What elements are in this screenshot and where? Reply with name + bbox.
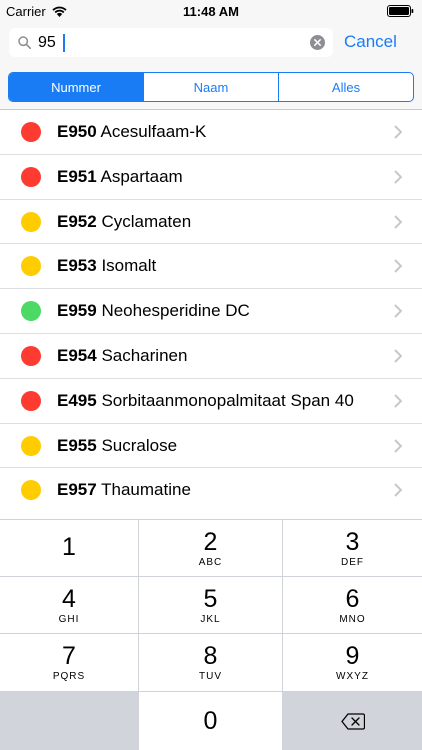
chevron-right-icon (394, 483, 402, 498)
key-letters: WXYZ (336, 671, 369, 682)
list-item[interactable]: E957 Thaumatine (0, 468, 422, 513)
status-dot (21, 390, 41, 411)
status-dot (21, 435, 41, 456)
list-item[interactable]: E952 Cyclamaten (0, 200, 422, 245)
list-item[interactable]: E953 Isomalt (0, 244, 422, 290)
status-bar: Carrier 11:48 AM (0, 0, 422, 22)
chevron-right-icon (394, 214, 402, 229)
key-digit: 4 (62, 584, 76, 613)
item-name: Sucralose (101, 435, 178, 455)
search-box[interactable] (9, 28, 333, 57)
item-code: E951 (57, 166, 97, 186)
clear-icon[interactable] (310, 35, 325, 50)
key-letters: ABC (198, 556, 223, 568)
chevron-right-icon (394, 438, 402, 453)
key-letters: TUV (199, 671, 222, 682)
backspace-key[interactable] (283, 692, 422, 750)
search-header: Cancel (0, 22, 422, 64)
key-3[interactable]: 3 DEF (283, 520, 422, 576)
status-dot (21, 256, 41, 277)
chevron-right-icon (394, 125, 402, 139)
status-time: 11:48 AM (183, 4, 239, 19)
item-name: Neohesperidine DC (101, 301, 250, 321)
battery-icon (387, 5, 414, 17)
text-caret (63, 34, 65, 52)
chevron-right-icon (394, 394, 402, 408)
key-letters: PQRS (52, 671, 86, 682)
item-name: Cyclamaten (101, 211, 192, 231)
key-letters: DEF (341, 556, 364, 568)
key-blank (0, 692, 138, 750)
item-code: E954 (57, 345, 97, 365)
list-item[interactable]: E954 Sacharinen (0, 334, 422, 379)
status-dot (21, 480, 41, 501)
key-digit: 5 (203, 584, 218, 613)
key-digit: 6 (345, 584, 360, 613)
results-list: E950 Acesulfaam-K E951 Aspartaam E952 Cy… (0, 110, 422, 513)
cancel-button[interactable]: Cancel (344, 32, 397, 52)
item-code: E959 (57, 301, 97, 321)
key-digit: 9 (345, 642, 360, 670)
item-name: Aspartaam (100, 166, 183, 186)
status-dot (21, 211, 41, 232)
key-digit: 7 (62, 642, 76, 670)
item-code: E495 (57, 390, 97, 410)
chevron-right-icon (394, 170, 402, 184)
key-letters: MNO (339, 613, 366, 625)
key-5[interactable]: 5 JKL (139, 577, 282, 633)
chevron-right-icon (394, 304, 402, 318)
key-digit: 3 (345, 527, 360, 556)
numeric-keypad: 1 2 ABC 3 DEF 4 GHI 5 JKL 6 MNO 7 PQRS 8 (0, 519, 422, 750)
search-icon (18, 36, 31, 49)
segmented-control: Nummer Naam Alles (8, 72, 414, 102)
item-code: E952 (57, 211, 97, 231)
item-name: Thaumatine (101, 480, 191, 500)
item-code: E957 (57, 480, 97, 500)
key-1[interactable]: 1 (0, 520, 138, 576)
item-code: E953 (57, 256, 97, 276)
key-grid: 1 2 ABC 3 DEF 4 GHI 5 JKL 6 MNO 7 PQRS 8 (0, 519, 422, 750)
key-8[interactable]: 8 TUV (139, 634, 282, 691)
key-letters: JKL (200, 613, 221, 625)
segment-nummer[interactable]: Nummer (9, 73, 144, 101)
status-dot (21, 122, 41, 142)
list-item[interactable]: E959 Neohesperidine DC (0, 289, 422, 334)
segment-bar: Nummer Naam Alles (0, 64, 422, 110)
item-code: E955 (57, 435, 97, 455)
search-input[interactable] (38, 30, 298, 55)
segment-naam[interactable]: Naam (144, 73, 279, 101)
key-letters: GHI (58, 613, 80, 625)
status-dot (21, 301, 41, 322)
list-item[interactable]: E950 Acesulfaam-K (0, 110, 422, 155)
chevron-right-icon (394, 259, 402, 274)
item-name: Sorbitaanmonopalmitaat Span 40 (101, 390, 354, 410)
key-digit: 8 (203, 642, 218, 670)
key-6[interactable]: 6 MNO (283, 577, 422, 633)
key-2[interactable]: 2 ABC (139, 520, 282, 576)
list-item[interactable]: E955 Sucralose (0, 424, 422, 469)
item-name: Acesulfaam-K (100, 122, 207, 141)
key-7[interactable]: 7 PQRS (0, 634, 138, 691)
item-code: E950 (57, 122, 97, 141)
key-4[interactable]: 4 GHI (0, 577, 138, 633)
list-item[interactable]: E495 Sorbitaanmonopalmitaat Span 40 (0, 379, 422, 424)
segment-alles[interactable]: Alles (279, 73, 413, 101)
key-0[interactable]: 0 (139, 692, 282, 750)
status-dot (21, 166, 41, 187)
item-name: Sacharinen (101, 345, 188, 365)
key-9[interactable]: 9 WXYZ (283, 634, 422, 691)
key-digit: 2 (203, 527, 218, 556)
item-name: Isomalt (101, 256, 157, 276)
chevron-right-icon (394, 349, 402, 363)
list-item[interactable]: E951 Aspartaam (0, 155, 422, 200)
backspace-icon (340, 712, 365, 730)
status-dot (21, 345, 41, 366)
key-digit: 1 (62, 533, 76, 561)
key-digit: 0 (203, 707, 218, 735)
